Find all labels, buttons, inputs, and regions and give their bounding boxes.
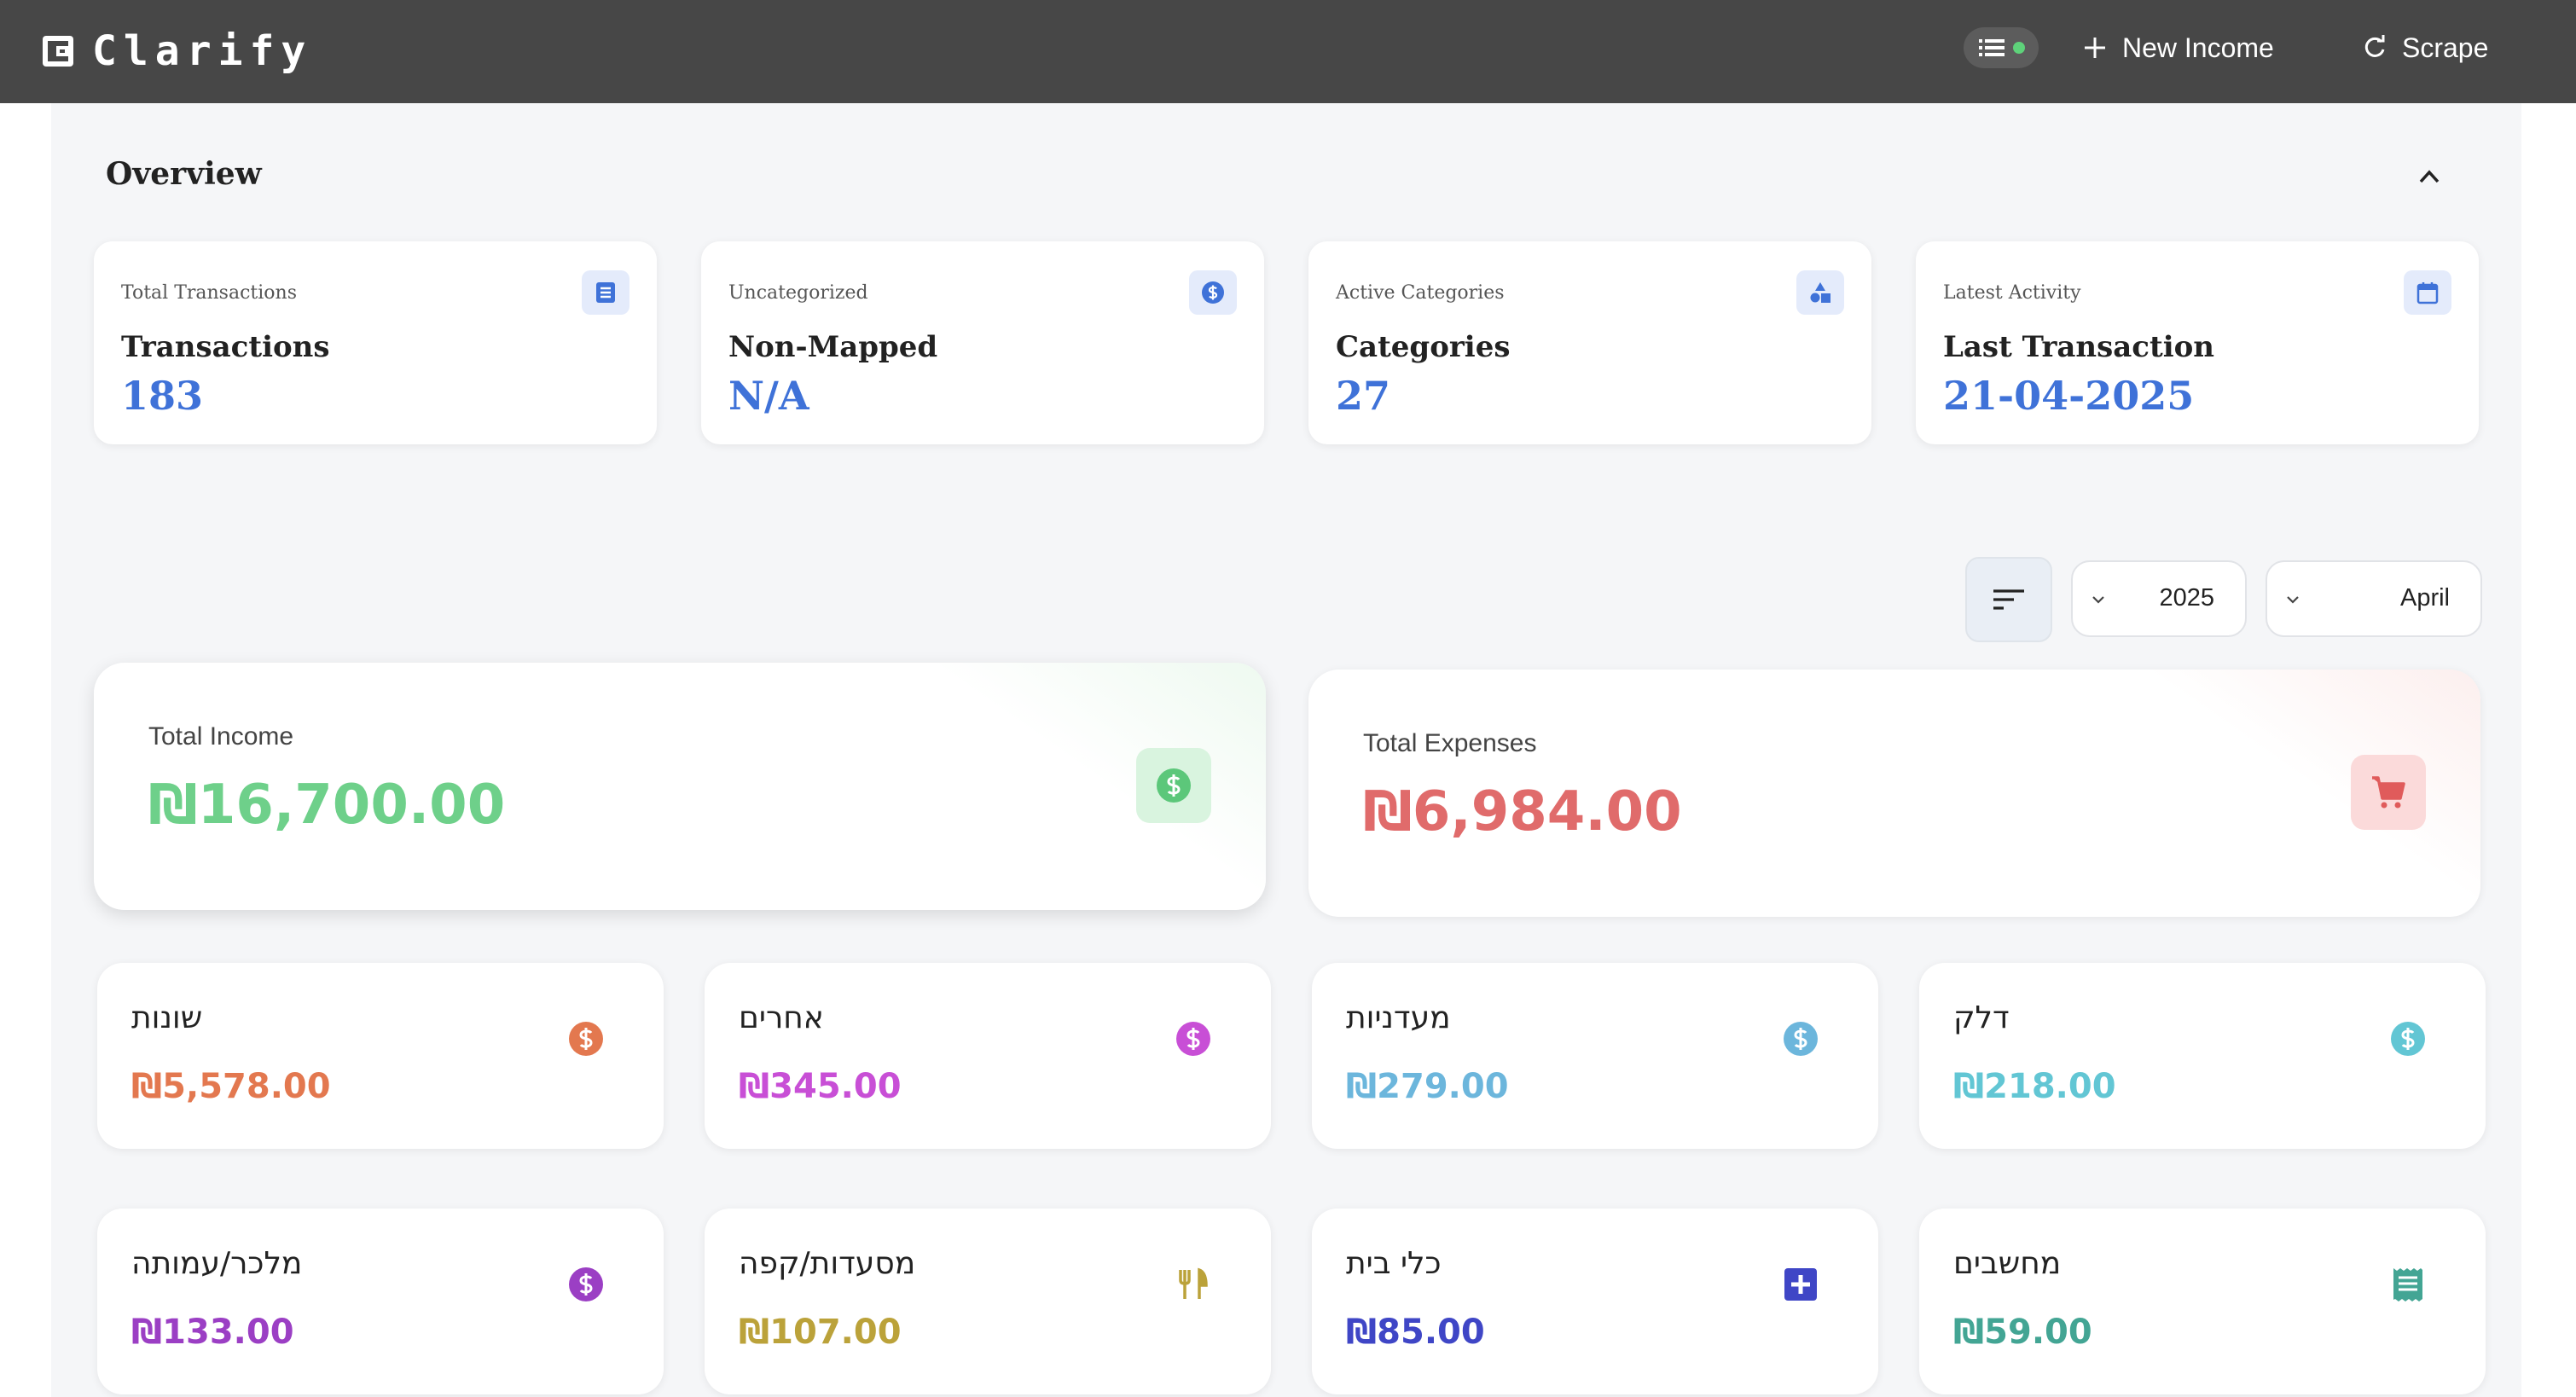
month-select[interactable]: April bbox=[2266, 560, 2482, 637]
top-app-bar: Clarify New Income Scrape bbox=[0, 0, 2576, 103]
year-value: 2025 bbox=[2159, 584, 2214, 612]
category-card[interactable]: מעדניות ₪279.00 bbox=[1312, 963, 1878, 1149]
category-value: ₪133.00 bbox=[131, 1313, 294, 1352]
stat-subtitle: Total Transactions bbox=[121, 282, 297, 304]
category-card[interactable]: שונות ₪5,578.00 bbox=[97, 963, 664, 1149]
stat-value: 27 bbox=[1336, 373, 1391, 419]
stat-title: Categories bbox=[1336, 330, 1511, 364]
view-toggle[interactable] bbox=[1964, 27, 2039, 68]
app-name: Clarify bbox=[92, 27, 313, 75]
stat-subtitle: Active Categories bbox=[1336, 282, 1505, 304]
dollar-icon bbox=[1157, 768, 1191, 803]
plus-icon bbox=[2085, 38, 2105, 58]
overview-panel: Overview Total Transactions Transactions… bbox=[51, 103, 2521, 1397]
shapes-icon bbox=[1810, 282, 1830, 303]
dollar-icon bbox=[1784, 1022, 1818, 1056]
stat-icon-box bbox=[1796, 270, 1844, 315]
category-card[interactable]: מסעדות/קפה ₪107.00 bbox=[705, 1209, 1271, 1394]
stat-title: Transactions bbox=[121, 330, 330, 364]
category-name: שונות bbox=[131, 1000, 203, 1035]
stat-card-transactions: Total Transactions Transactions 183 bbox=[94, 241, 657, 444]
wallet-icon bbox=[43, 36, 73, 67]
total-income-value: ₪16,700.00 bbox=[148, 774, 506, 837]
category-name: כלי בית bbox=[1346, 1246, 1442, 1281]
stat-value: 183 bbox=[121, 373, 204, 419]
stat-card-non-mapped: Uncategorized Non-Mapped N/A bbox=[701, 241, 1264, 444]
category-name: אחרים bbox=[739, 1000, 824, 1035]
category-value: ₪107.00 bbox=[739, 1313, 902, 1352]
category-card[interactable]: כלי בית ₪85.00 bbox=[1312, 1209, 1878, 1394]
stat-card-categories: Active Categories Categories 27 bbox=[1308, 241, 1871, 444]
stat-icon-box bbox=[2404, 270, 2451, 315]
stat-subtitle: Latest Activity bbox=[1943, 282, 2081, 304]
dollar-icon bbox=[2391, 1022, 2425, 1056]
list-icon bbox=[1979, 39, 2005, 56]
brand[interactable]: Clarify bbox=[41, 26, 312, 77]
scrape-button[interactable]: Scrape bbox=[2361, 26, 2488, 70]
category-value: ₪59.00 bbox=[1953, 1313, 2092, 1352]
stat-icon-box bbox=[1189, 270, 1237, 315]
stat-value: N/A bbox=[728, 373, 809, 419]
category-value: ₪345.00 bbox=[739, 1067, 902, 1106]
overview-title: Overview bbox=[106, 156, 262, 192]
category-value: ₪279.00 bbox=[1346, 1067, 1509, 1106]
scrape-label: Scrape bbox=[2402, 32, 2489, 63]
category-name: מחשבים bbox=[1953, 1246, 2062, 1281]
shopping-cart-icon bbox=[2372, 776, 2405, 809]
new-income-label: New Income bbox=[2122, 32, 2274, 63]
stat-title: Non-Mapped bbox=[728, 330, 938, 364]
sort-button[interactable] bbox=[1965, 557, 2052, 642]
calendar-icon bbox=[2416, 282, 2439, 304]
sort-icon bbox=[1993, 589, 2024, 610]
plus-box-icon bbox=[1784, 1268, 1817, 1301]
stat-card-last-transaction: Latest Activity Last Transaction 21-04-2… bbox=[1916, 241, 2479, 444]
total-income-icon-box bbox=[1136, 748, 1211, 823]
chevron-up-icon[interactable] bbox=[2414, 161, 2445, 192]
dollar-icon bbox=[1176, 1022, 1210, 1056]
total-income-label: Total Income bbox=[148, 722, 294, 751]
total-income-card: Total Income ₪16,700.00 bbox=[94, 663, 1266, 910]
receipt-icon bbox=[2393, 1268, 2422, 1301]
refresh-icon bbox=[2364, 35, 2385, 57]
month-value: April bbox=[2399, 584, 2450, 612]
total-expenses-icon-box bbox=[2351, 755, 2426, 830]
category-name: מלכר/עמותה bbox=[131, 1246, 303, 1281]
total-expenses-label: Total Expenses bbox=[1363, 729, 1537, 757]
category-value: ₪5,578.00 bbox=[131, 1067, 331, 1106]
category-value: ₪85.00 bbox=[1346, 1313, 1485, 1352]
stat-value: 21-04-2025 bbox=[1943, 373, 2195, 419]
category-card[interactable]: אחרים ₪345.00 bbox=[705, 963, 1271, 1149]
stat-title: Last Transaction bbox=[1943, 330, 2215, 364]
dollar-icon bbox=[569, 1022, 603, 1056]
list-icon bbox=[596, 282, 615, 303]
dollar-icon bbox=[569, 1267, 603, 1301]
new-income-button[interactable]: New Income bbox=[2081, 26, 2274, 70]
total-expenses-card: Total Expenses ₪6,984.00 bbox=[1308, 670, 2480, 917]
total-expenses-value: ₪6,984.00 bbox=[1363, 780, 1682, 843]
category-name: דלק bbox=[1953, 1000, 2010, 1035]
category-value: ₪218.00 bbox=[1953, 1067, 2116, 1106]
year-select[interactable]: 2025 bbox=[2071, 560, 2247, 637]
category-name: מסעדות/קפה bbox=[739, 1246, 916, 1281]
category-name: מעדניות bbox=[1346, 1000, 1451, 1035]
category-card[interactable]: מלכר/עמותה ₪133.00 bbox=[97, 1209, 664, 1394]
chevron-down-icon bbox=[2092, 596, 2104, 604]
chevron-down-icon bbox=[2287, 596, 2299, 604]
dollar-icon bbox=[1202, 281, 1224, 304]
category-card[interactable]: דלק ₪218.00 bbox=[1919, 963, 2486, 1149]
category-card[interactable]: מחשבים ₪59.00 bbox=[1919, 1209, 2486, 1394]
restaurant-icon bbox=[1179, 1267, 1208, 1299]
stat-icon-box bbox=[582, 270, 629, 315]
stat-subtitle: Uncategorized bbox=[728, 282, 868, 304]
status-dot bbox=[2013, 42, 2025, 54]
